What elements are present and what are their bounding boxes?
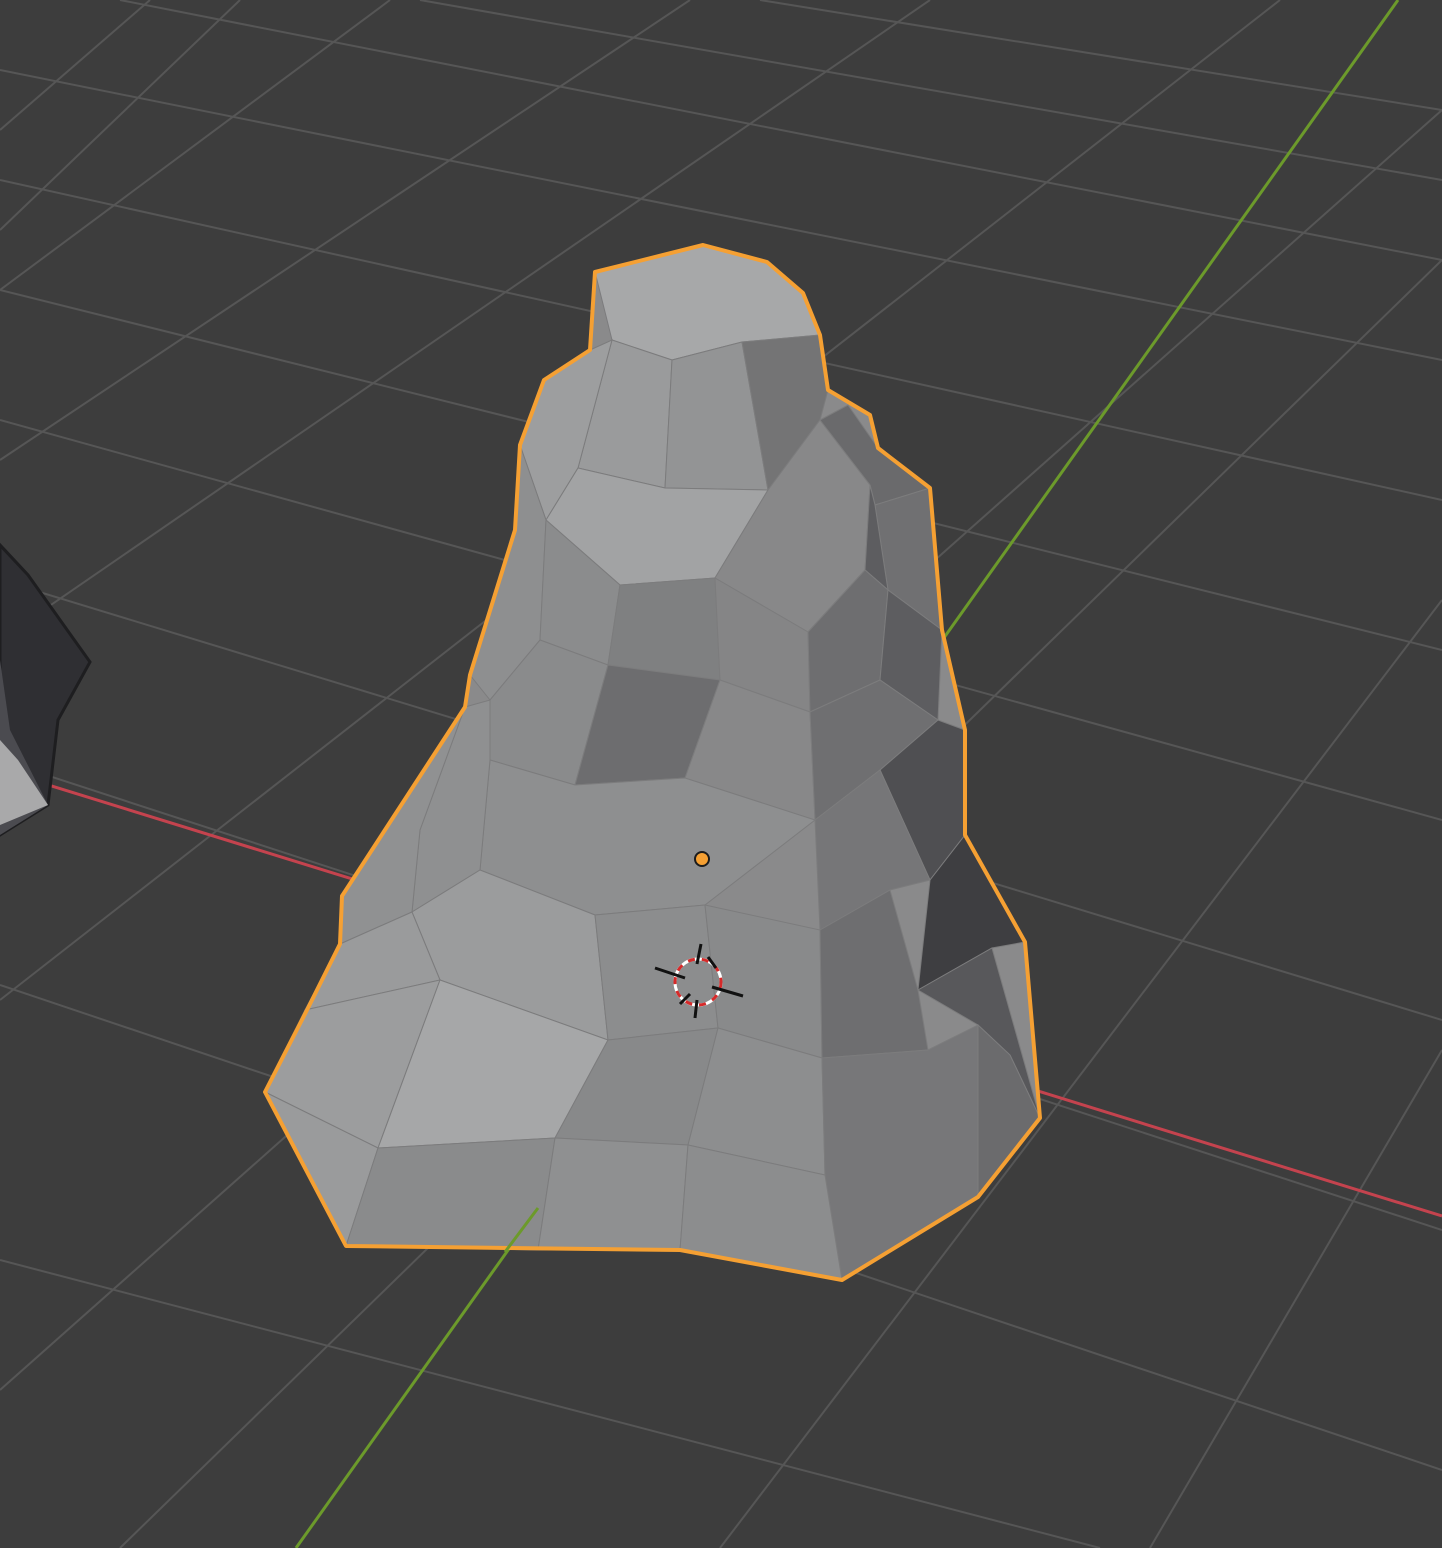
selected-rock[interactable] [263, 243, 1042, 1282]
object-origin-dot [694, 851, 710, 867]
rock-facets [263, 244, 1041, 1281]
3d-viewport[interactable] [0, 0, 1442, 1548]
viewport-canvas[interactable] [0, 0, 1442, 1548]
